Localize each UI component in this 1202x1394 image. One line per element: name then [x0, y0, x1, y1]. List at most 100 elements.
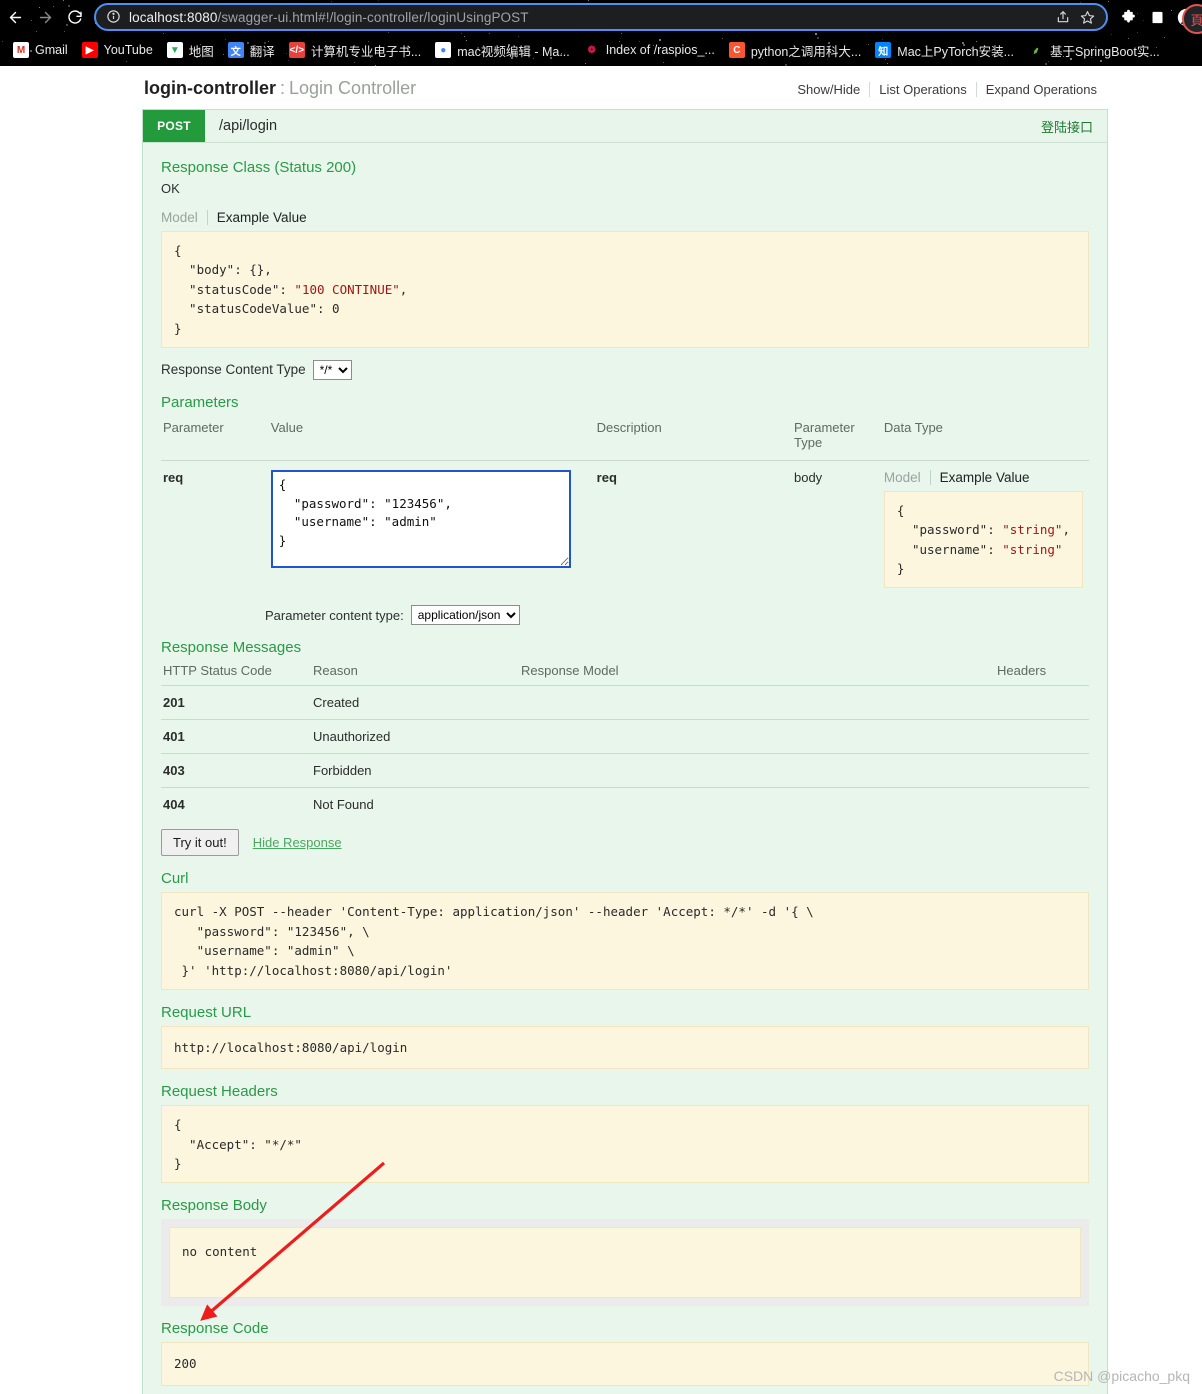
try-it-out-button[interactable]: Try it out! [161, 829, 239, 857]
request-url-heading: Request URL [161, 1003, 252, 1021]
leaf-icon: ⸙ [1027, 42, 1044, 58]
bookmark-item[interactable]: ▼ 地图 [160, 38, 221, 62]
zhihu-icon: 知 [875, 42, 892, 58]
response-messages-header-row: HTTP Status Code Reason Response Model H… [161, 661, 1089, 686]
response-content-type-label: Response Content Type [161, 362, 306, 378]
bookmark-item[interactable]: ❁ Index of /raspios_... [577, 38, 722, 62]
back-arrow-icon[interactable] [0, 2, 30, 32]
bookmark-label: Mac上PyTorch安装... [897, 44, 1014, 59]
request-headers-value: { "Accept": "*/*" } [161, 1105, 1089, 1184]
browser-toolbar: localhost:8080/swagger-ui.html#!/login-c… [0, 0, 1202, 34]
table-row: req req body Model Example Value [161, 459, 1089, 598]
data-type-example-value: { "password": "string", "username": "str… [883, 490, 1083, 589]
swagger-ui-content: login-controller: Login Controller Show/H… [142, 66, 1108, 1394]
reload-icon[interactable] [60, 2, 90, 32]
param-value-input[interactable] [270, 469, 571, 568]
bookmark-star-icon[interactable] [1076, 6, 1098, 28]
tab-model[interactable]: Model [161, 210, 207, 225]
bookmark-item[interactable]: ⸙ 基于SpringBoot实... [1021, 38, 1167, 62]
list-operations-link[interactable]: List Operations [869, 82, 975, 97]
resource-separator: : [280, 78, 286, 98]
response-body-heading: Response Body [161, 1197, 267, 1215]
headers-cell [995, 753, 1089, 788]
response-model-cell [519, 787, 995, 822]
response-model-cell [519, 753, 995, 788]
resource-name: login-controller [144, 78, 276, 98]
share-icon[interactable] [1052, 6, 1074, 28]
bookmark-item[interactable]: 文翻译 [221, 38, 282, 62]
bookmark-item[interactable]: 知 Mac上PyTorch安装... [868, 38, 1021, 62]
status-code-cell: 403 [161, 753, 311, 788]
col-value: Value [270, 419, 304, 435]
bookmark-item[interactable]: </> 计算机专业电子书... [282, 38, 428, 62]
page-title: login-controller: Login Controller [144, 78, 416, 99]
col-parameter: Parameter [163, 419, 224, 435]
operation-header[interactable]: POST /api/login 登陆接口 [143, 110, 1107, 143]
url-host: localhost:8080 [129, 9, 218, 25]
gmail-icon: M [13, 42, 29, 58]
response-model-cell [519, 719, 995, 754]
address-bar[interactable]: localhost:8080/swagger-ui.html#!/login-c… [94, 3, 1108, 31]
http-method-badge: POST [143, 110, 205, 142]
status-code-cell: 404 [161, 787, 311, 822]
tab-example-value[interactable]: Example Value [206, 210, 316, 225]
bookmark-item[interactable]: ▶ YouTube [75, 38, 160, 62]
status-code-cell: 401 [161, 719, 311, 754]
reason-cell: Forbidden [311, 753, 519, 788]
bookmark-label: YouTube [103, 43, 153, 57]
browser-chrome: localhost:8080/swagger-ui.html#!/login-c… [0, 0, 1202, 66]
response-content-type-row: Response Content Type */* [161, 359, 1089, 380]
status-code-cell: 201 [161, 685, 311, 720]
bookmark-label: 计算机专业电子书... [310, 44, 422, 59]
address-bar-url: localhost:8080/swagger-ui.html#!/login-c… [129, 10, 1052, 25]
headers-cell [995, 787, 1089, 822]
parameters-table: Parameter Value Description Parameter Typ… [161, 416, 1089, 598]
translate-icon: 文 [227, 42, 244, 58]
bookmark-label: 翻译 [249, 44, 275, 59]
resource-options: Show/Hide List Operations Expand Operati… [788, 82, 1106, 97]
site-info-icon[interactable] [106, 9, 122, 25]
raspberry-icon: ❁ [583, 42, 600, 58]
resource-subtitle: Login Controller [289, 78, 417, 98]
code-icon: </> [288, 42, 305, 58]
sidebar-panel-icon[interactable] [1143, 2, 1171, 32]
response-content-type-select[interactable]: */* [312, 359, 352, 380]
chrome-icon: ● [435, 42, 452, 58]
table-row: 201 Created [161, 685, 1089, 720]
show-hide-link[interactable]: Show/Hide [788, 82, 869, 97]
bookmark-label: mac视频编辑 - Ma... [457, 44, 570, 59]
response-class-tabs: Model Example Value [161, 210, 1089, 225]
operation-block: POST /api/login 登陆接口 Response Class (Sta… [142, 109, 1108, 1394]
action-row: Try it out! Hide Response [161, 829, 1089, 857]
bookmark-item[interactable]: Cpython之调用科大... [722, 38, 868, 62]
reason-cell: Not Found [311, 787, 519, 822]
forward-arrow-icon[interactable] [30, 2, 60, 32]
col-headers: Headers [997, 663, 1047, 679]
bookmark-label: Gmail [35, 43, 68, 57]
param-name: req [161, 459, 269, 598]
watermark-text: CSDN @picacho_pkq [1053, 1368, 1190, 1384]
param-value-cell [268, 459, 595, 598]
col-data-type: Data Type [883, 419, 943, 435]
bookmark-label: 基于SpringBoot实... [1049, 44, 1160, 59]
extensions-puzzle-icon[interactable] [1114, 2, 1142, 32]
expand-operations-link[interactable]: Expand Operations [975, 82, 1106, 97]
parameters-header-row: Parameter Value Description Parameter Typ… [161, 416, 1089, 461]
url-path: /swagger-ui.html#!/login-controller/logi… [217, 9, 529, 25]
operation-path[interactable]: /api/login [205, 110, 1041, 142]
curl-command: curl -X POST --header 'Content-Type: app… [161, 892, 1089, 990]
request-headers-heading: Request Headers [161, 1083, 278, 1101]
bookmark-label: Index of /raspios_... [605, 43, 715, 57]
response-model-cell [519, 685, 995, 720]
bookmark-item[interactable]: M Gmail [6, 38, 75, 62]
parameter-content-type-select[interactable]: application/json [410, 605, 520, 626]
tab-example-value-datatype[interactable]: Example Value [929, 469, 1039, 485]
operation-summary: 登陆接口 [1040, 119, 1093, 135]
bookmark-item[interactable]: ● mac视频编辑 - Ma... [428, 38, 577, 62]
headers-cell [995, 719, 1089, 754]
hide-response-link[interactable]: Hide Response [253, 835, 342, 850]
bookmark-label: python之调用科大... [750, 44, 862, 59]
col-reason: Reason [313, 663, 358, 679]
tab-model-datatype[interactable]: Model [884, 470, 930, 485]
parameter-content-type-row: Parameter content type: application/json [265, 605, 1089, 626]
